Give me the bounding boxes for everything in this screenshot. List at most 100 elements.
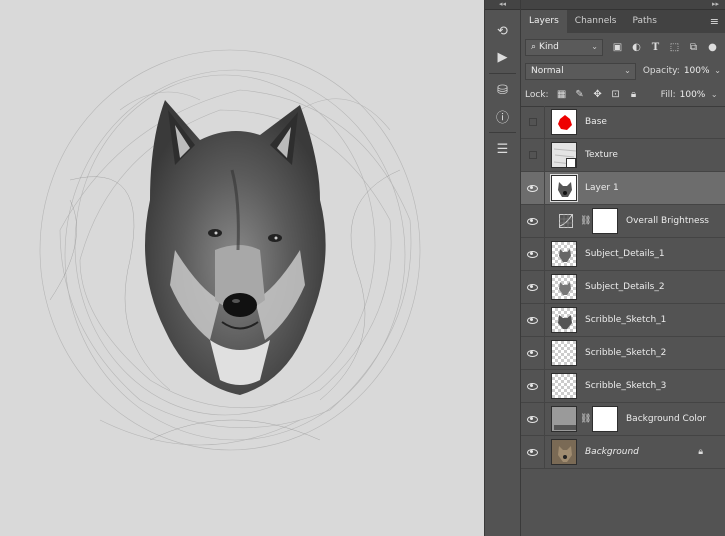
panel-tabs: Layers Channels Paths ≡ [521, 10, 725, 33]
lock-position-icon[interactable]: ✥ [591, 88, 605, 102]
info-icon[interactable]: ⓘ [485, 103, 520, 129]
visibility-toggle[interactable] [521, 105, 545, 139]
link-icon[interactable]: ⛓ [580, 414, 591, 424]
lock-transparency-icon[interactable]: ▦ [555, 88, 569, 102]
eye-icon [527, 349, 538, 357]
opacity-label: Opacity: [642, 66, 680, 76]
document-canvas[interactable] [0, 0, 484, 536]
layer-name[interactable]: Scribble_Sketch_1 [585, 315, 666, 325]
visibility-toggle[interactable] [521, 402, 545, 436]
opacity-field[interactable]: 100% ⌄ [684, 66, 721, 76]
visibility-toggle[interactable] [521, 369, 545, 403]
layer-mask-thumbnail [592, 406, 618, 432]
link-icon[interactable]: ⛓ [580, 216, 591, 226]
eye-icon [527, 283, 538, 291]
visibility-toggle[interactable] [521, 303, 545, 337]
layer-row[interactable]: Subject_Details_1 [521, 237, 725, 271]
visibility-toggle[interactable] [521, 204, 545, 238]
shape-filter-icon[interactable]: ⬚ [667, 40, 682, 55]
visibility-toggle[interactable] [521, 270, 545, 304]
layer-name[interactable]: Base [585, 117, 607, 127]
eye-icon [527, 184, 538, 192]
smart-object-filter-icon[interactable]: ⧉ [686, 40, 701, 55]
tab-layers[interactable]: Layers [521, 10, 567, 33]
layer-thumbnail [551, 340, 577, 366]
blend-row: Normal ⌄ Opacity: 100% ⌄ [521, 59, 725, 83]
fill-label: Fill: [660, 89, 676, 100]
layer-thumbnail [551, 274, 577, 300]
layer-name[interactable]: Background [585, 447, 639, 457]
blend-mode-select[interactable]: Normal ⌄ [525, 62, 636, 80]
type-filter-icon[interactable]: T [648, 40, 663, 55]
layers-panel: ▸▸ Layers Channels Paths ≡ ⌕ Kind ⌄ ▣ ◐ … [521, 0, 725, 536]
lock-label: Lock: [525, 89, 549, 100]
layer-thumbnail [551, 439, 577, 465]
layers-list: Base Texture Layer 1 ⛓ Overall Brightnes… [521, 105, 725, 536]
layer-row[interactable]: ⛓ Background Color [521, 402, 725, 436]
actions-play-icon[interactable]: ▶ [485, 44, 520, 70]
expand-arrows-icon[interactable]: ▸▸ [712, 0, 719, 9]
layer-thumbnail [551, 373, 577, 399]
chevron-down-icon: ⌄ [710, 89, 718, 99]
layer-name[interactable]: Scribble_Sketch_3 [585, 381, 666, 391]
eye-icon [527, 448, 538, 456]
layer-name[interactable]: Layer 1 [585, 183, 619, 193]
eye-icon [527, 415, 538, 423]
layer-name[interactable]: Subject_Details_2 [585, 282, 665, 292]
lock-all-icon[interactable]: 🔒︎ [627, 88, 641, 102]
lock-paint-icon[interactable]: ✎ [573, 88, 587, 102]
adjustment-filter-icon[interactable]: ◐ [629, 40, 644, 55]
visibility-toggle[interactable] [521, 237, 545, 271]
panel-menu-icon[interactable]: ≡ [710, 15, 719, 28]
layer-name[interactable]: Background Color [626, 414, 706, 424]
layer-row[interactable]: Base [521, 105, 725, 139]
smart-object-icon [566, 158, 576, 167]
lock-artboard-icon[interactable]: ⊡ [609, 88, 623, 102]
tab-paths[interactable]: Paths [624, 10, 664, 33]
layer-thumbnail [551, 307, 577, 333]
history-icon[interactable]: ⟲ [485, 18, 520, 44]
lock-icon: 🔒︎ [698, 447, 703, 457]
wolf-sketch-artwork [39, 49, 421, 451]
blend-mode-value: Normal [531, 66, 564, 76]
chevron-down-icon: ⌄ [591, 41, 598, 51]
layer-row[interactable]: Scribble_Sketch_3 [521, 369, 725, 403]
filter-toggle-icon[interactable]: ● [705, 40, 720, 55]
layer-name[interactable]: Scribble_Sketch_2 [585, 348, 666, 358]
layer-row[interactable]: Background 🔒︎ [521, 435, 725, 469]
layer-thumbnail [551, 406, 577, 432]
tab-channels[interactable]: Channels [567, 10, 625, 33]
visibility-toggle[interactable] [521, 171, 545, 205]
layer-thumbnail [551, 109, 577, 135]
hidden-box-icon [528, 118, 537, 126]
eye-icon [527, 382, 538, 390]
layer-row[interactable]: Scribble_Sketch_2 [521, 336, 725, 370]
layer-row[interactable]: Subject_Details_2 [521, 270, 725, 304]
lock-row: Lock: ▦ ✎ ✥ ⊡ 🔒︎ Fill: 100% ⌄ [521, 83, 725, 107]
curves-adjustment-icon [555, 208, 577, 234]
layer-comps-icon[interactable]: ☰ [485, 136, 520, 162]
layer-name[interactable]: Overall Brightness [626, 216, 709, 226]
filter-kind-select[interactable]: ⌕ Kind ⌄ [525, 38, 603, 56]
eye-icon [527, 217, 538, 225]
collapse-arrows-icon[interactable]: ◂◂ [485, 0, 520, 10]
layer-row-selected[interactable]: Layer 1 [521, 171, 725, 205]
visibility-toggle[interactable] [521, 336, 545, 370]
collapsed-panel-strip: ◂◂ ⟲ ▶ ⛁ ⓘ ☰ [484, 0, 521, 536]
chevron-down-icon: ⌄ [624, 65, 631, 75]
visibility-toggle[interactable] [521, 138, 545, 172]
layer-name[interactable]: Texture [585, 150, 618, 160]
layer-thumbnail [551, 241, 577, 267]
layer-row[interactable]: Texture [521, 138, 725, 172]
layer-row[interactable]: ⛓ Overall Brightness [521, 204, 725, 238]
properties-icon[interactable]: ⛁ [485, 77, 520, 103]
filter-row: ⌕ Kind ⌄ ▣ ◐ T ⬚ ⧉ ● [521, 35, 725, 59]
layer-name[interactable]: Subject_Details_1 [585, 249, 665, 259]
layer-row[interactable]: Scribble_Sketch_1 [521, 303, 725, 337]
chevron-down-icon: ⌄ [714, 66, 721, 75]
visibility-toggle[interactable] [521, 435, 545, 469]
pixel-filter-icon[interactable]: ▣ [610, 40, 625, 55]
filter-kind-label: Kind [539, 42, 559, 52]
fill-field[interactable]: 100% ⌄ [680, 90, 718, 100]
layer-thumbnail [550, 174, 578, 202]
